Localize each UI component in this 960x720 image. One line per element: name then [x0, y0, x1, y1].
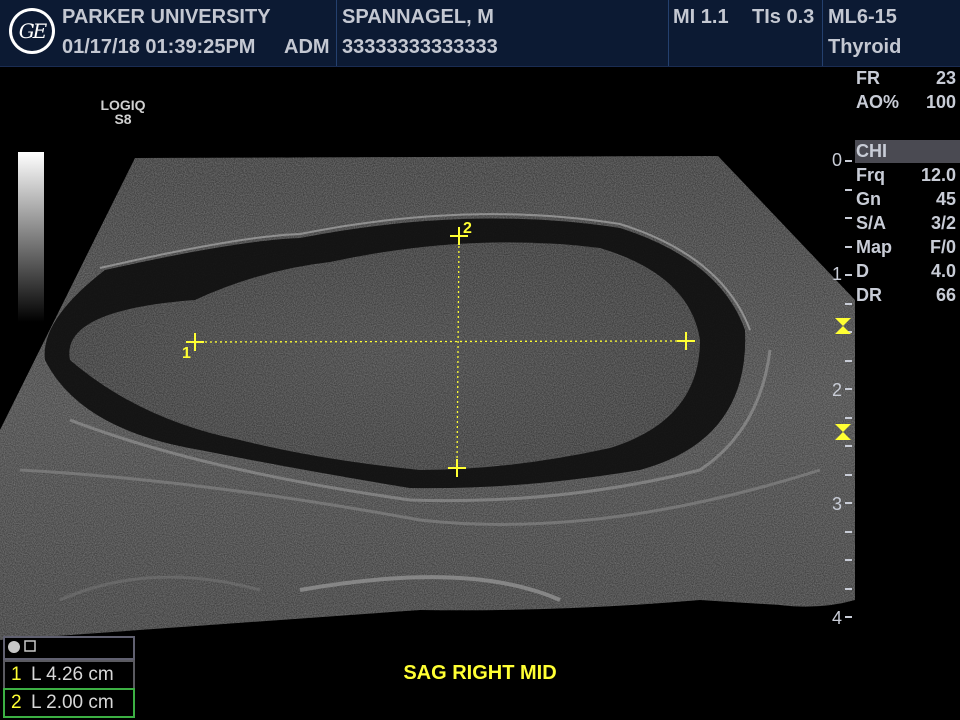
setting-frq: Frq 12.0 — [856, 165, 956, 185]
measurement-header — [3, 636, 135, 660]
setting-sa: S/A 3/2 — [856, 213, 956, 233]
depth-label: 2 — [832, 380, 843, 400]
depth-label: 1 — [832, 264, 843, 284]
param-ao: AO% 100 — [856, 92, 956, 112]
depth-label: 0 — [832, 150, 843, 170]
setting-d: D 4.0 — [856, 261, 956, 281]
cursor-icon — [8, 640, 36, 653]
measurement-result-1: 1 L 4.26 cm — [3, 660, 135, 690]
setting-gn: Gn 45 — [856, 189, 956, 209]
focus-marker-icon — [835, 318, 851, 334]
depth-label: 4 — [832, 608, 843, 628]
ultrasound-image: 1 2 — [0, 156, 855, 640]
caliper-label-1: 1 — [182, 345, 191, 362]
chi-label: CHI — [856, 141, 887, 161]
focus-marker-icon — [835, 424, 851, 440]
caliper-label-2: 2 — [463, 220, 472, 237]
param-fr: FR 23 — [856, 68, 956, 88]
measurement-result-2: 2 L 2.00 cm — [3, 688, 135, 718]
depth-label: 3 — [832, 494, 843, 514]
setting-map: Map F/0 — [856, 237, 956, 257]
setting-dr: DR 66 — [856, 285, 956, 305]
image-annotation: SAG RIGHT MID — [403, 662, 557, 684]
